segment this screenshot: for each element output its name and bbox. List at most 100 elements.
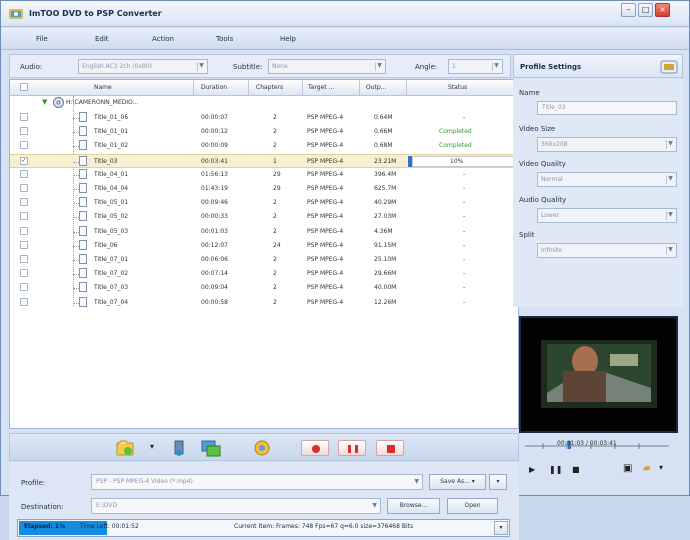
row-checkbox[interactable]: [20, 269, 28, 277]
title-list: Name Duration Chapters Target ... Outp..…: [9, 79, 519, 429]
disc-icon: [53, 97, 64, 108]
status-expand-button[interactable]: ▾: [494, 521, 508, 535]
close-button[interactable]: ×: [655, 3, 670, 17]
window-title: ImTOO DVD to PSP Converter: [29, 9, 162, 18]
row-output: 4.36M: [374, 228, 393, 235]
seek-bar[interactable]: 00:01:03 / 00:03:41: [519, 434, 678, 450]
browse-button[interactable]: Browse...: [387, 498, 440, 514]
row-status: -: [463, 228, 466, 235]
audio-select[interactable]: English AC3 2ch (0x80) ▼: [78, 59, 208, 74]
row-checkbox[interactable]: [20, 184, 28, 192]
row-target: PSP MPEG-4: [307, 284, 344, 291]
table-row[interactable]: Title_04_04 01:43:19 29 PSP MPEG-4 625.7…: [10, 182, 518, 196]
stop-icon[interactable]: ■: [572, 465, 580, 474]
column-duration[interactable]: Duration: [201, 84, 227, 91]
table-row[interactable]: Title_07_04 00:00:58 2 PSP MPEG-4 12.26M…: [10, 296, 518, 310]
menu-tools[interactable]: Tools: [216, 35, 233, 43]
dropdown-arrow-icon[interactable]: ▾: [150, 442, 154, 451]
column-target[interactable]: Target ...: [308, 84, 334, 91]
chevron-down-icon[interactable]: ▾: [659, 463, 663, 472]
row-checkbox[interactable]: [20, 283, 28, 291]
stop-button[interactable]: [376, 440, 404, 456]
column-name[interactable]: Name: [94, 84, 112, 91]
row-checkbox[interactable]: [20, 198, 28, 206]
column-output[interactable]: Outp...: [366, 84, 386, 91]
row-checkbox[interactable]: [20, 212, 28, 220]
table-row[interactable]: Title_04_01 01:56:13 29 PSP MPEG-4 396.4…: [10, 168, 518, 182]
row-chapters: 29: [273, 185, 281, 192]
row-status: -: [463, 256, 466, 263]
snapshot-icon[interactable]: [252, 439, 272, 457]
row-checkbox[interactable]: [20, 227, 28, 235]
convert-settings-icon[interactable]: [201, 439, 221, 457]
row-title: Title_07_01: [94, 256, 129, 263]
pause-icon[interactable]: ❚❚: [549, 465, 562, 474]
app-icon: [9, 9, 23, 19]
row-status: -: [463, 185, 466, 192]
table-row[interactable]: Title_01_06 00:00:07 2 PSP MPEG-4 0.64M …: [10, 111, 518, 125]
video-size-select[interactable]: 368x208 ▼: [537, 137, 677, 152]
disc-root-row[interactable]: ▼ H:\CAMERONN_MEDIO...: [10, 96, 518, 110]
row-checkbox[interactable]: [20, 298, 28, 306]
profile-menu-button[interactable]: ▾: [489, 474, 507, 490]
video-quality-select[interactable]: Normal ▼: [537, 172, 677, 187]
row-target: PSP MPEG-4: [307, 128, 344, 135]
row-checkbox[interactable]: [20, 255, 28, 263]
column-chapters[interactable]: Chapters: [256, 84, 283, 91]
row-checkbox[interactable]: [20, 113, 28, 121]
menu-bar: File Edit Action Tools Help: [1, 28, 689, 50]
row-chapters: 2: [273, 270, 277, 277]
menu-file[interactable]: File: [36, 35, 48, 43]
subtitle-select[interactable]: None ▼: [268, 59, 386, 74]
split-select[interactable]: Infinite ▼: [537, 243, 677, 258]
minimize-button[interactable]: –: [621, 3, 636, 17]
row-checkbox[interactable]: ✓: [20, 157, 28, 165]
current-item-status: Current Item: Frames: 748 Fps=67 q=6.0 s…: [234, 523, 414, 530]
save-as-button[interactable]: Save As... ▾: [429, 474, 486, 490]
audio-quality-select[interactable]: Lower ▼: [537, 208, 677, 223]
camera-icon[interactable]: ▣: [623, 463, 632, 474]
profile-settings-header: Profile Settings: [513, 54, 683, 78]
table-row[interactable]: Title_05_01 00:09:46 2 PSP MPEG-4 40.29M…: [10, 196, 518, 210]
profile-select[interactable]: PSP - PSP MPEG-4 Video (*.mp4) ▼: [91, 474, 423, 490]
menu-help[interactable]: Help: [280, 35, 296, 43]
pause-button[interactable]: [338, 440, 366, 456]
menu-edit[interactable]: Edit: [95, 35, 109, 43]
destination-input[interactable]: E:\DVD ▼: [91, 498, 381, 514]
table-row[interactable]: Title_05_02 00:00:33 2 PSP MPEG-4 27.03M…: [10, 210, 518, 224]
table-row[interactable]: Title_01_01 00:00:12 2 PSP MPEG-4 0.66M …: [10, 125, 518, 139]
row-checkbox[interactable]: [20, 141, 28, 149]
profile-settings-icon[interactable]: [660, 59, 678, 75]
row-checkbox[interactable]: [20, 127, 28, 135]
convert-button[interactable]: [301, 440, 329, 456]
open-button[interactable]: Open: [447, 498, 498, 514]
play-icon[interactable]: ▶: [529, 465, 535, 474]
track-options-row: Audio: English AC3 2ch (0x80) ▼ Subtitle:…: [9, 54, 511, 78]
column-status[interactable]: Status: [448, 84, 467, 91]
table-row[interactable]: Title_07_01 00:06:06 2 PSP MPEG-4 25.10M…: [10, 253, 518, 267]
menu-action[interactable]: Action: [152, 35, 174, 43]
conversion-progress-bar: 10%: [412, 156, 516, 167]
remove-title-icon[interactable]: [169, 439, 189, 457]
row-checkbox[interactable]: [20, 241, 28, 249]
video-file-icon: [79, 156, 87, 166]
select-all-checkbox[interactable]: [20, 83, 28, 91]
table-row[interactable]: Title_07_03 00:09:04 2 PSP MPEG-4 40.00M…: [10, 281, 518, 295]
title-bar[interactable]: ImTOO DVD to PSP Converter – □ ×: [1, 1, 689, 27]
folder-icon[interactable]: ▰: [643, 463, 651, 474]
table-row[interactable]: Title_01_02 00:00:09 2 PSP MPEG-4 0.68M …: [10, 139, 518, 153]
table-row[interactable]: Title_05_03 00:01:03 2 PSP MPEG-4 4.36M …: [10, 225, 518, 239]
maximize-button[interactable]: □: [638, 3, 653, 17]
table-row[interactable]: ✓ Title_03 00:03:41 1 PSP MPEG-4 23.21M …: [10, 154, 518, 168]
table-row[interactable]: Title_06 00:12:07 24 PSP MPEG-4 91.15M -: [10, 239, 518, 253]
table-row[interactable]: Title_07_02 00:07:14 2 PSP MPEG-4 29.66M…: [10, 267, 518, 281]
open-dvd-folder-icon[interactable]: [116, 439, 136, 457]
expand-arrow-icon[interactable]: ▼: [42, 98, 47, 106]
row-status: -: [463, 284, 466, 291]
audio-label: Audio:: [20, 63, 43, 71]
video-preview[interactable]: [519, 316, 678, 433]
chevron-down-icon: ▼: [666, 211, 674, 220]
angle-select[interactable]: 1 ▼: [448, 59, 503, 74]
row-checkbox[interactable]: [20, 170, 28, 178]
profile-name-input[interactable]: Title_03: [537, 101, 677, 115]
